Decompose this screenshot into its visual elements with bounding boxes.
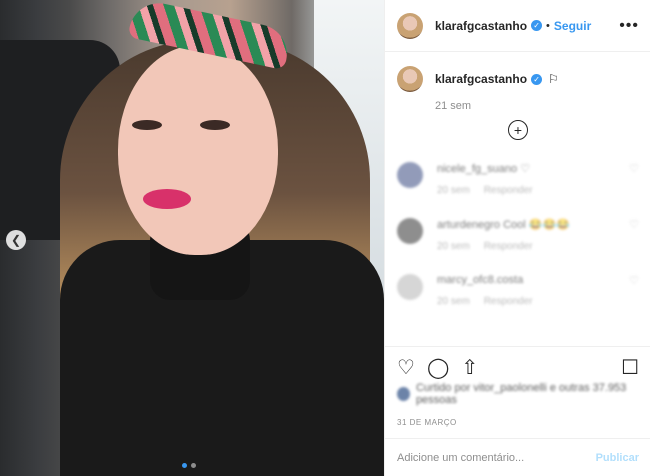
load-more-comments-icon[interactable]: + xyxy=(508,120,528,140)
avatar[interactable] xyxy=(397,66,423,92)
comment-list: nicele_fg_suano ♡ 20 sem Responder ♡ art… xyxy=(385,162,650,307)
comment-text: Cool 😂😂😂 xyxy=(503,219,570,231)
more-horizontal-icon[interactable]: ••• xyxy=(619,17,639,35)
comment-item: nicele_fg_suano ♡ 20 sem Responder ♡ xyxy=(385,162,650,196)
avatar[interactable] xyxy=(397,12,423,39)
liker-avatar xyxy=(397,387,410,401)
comment-text: ♡ xyxy=(520,163,531,175)
comment-icon[interactable]: ◯ xyxy=(427,355,449,380)
post-panel: klarafgcastanho ✓ • Seguir ••• klarafgca… xyxy=(384,0,650,476)
verified-badge-icon: ✓ xyxy=(531,20,543,31)
carousel-dot xyxy=(182,463,187,468)
caption: klarafgcastanho ✓ ⚐ 21 sem + xyxy=(385,52,650,140)
verified-badge-icon: ✓ xyxy=(531,73,543,85)
reply-button[interactable]: Responder xyxy=(484,185,533,196)
comment-username[interactable]: arturdenegro xyxy=(437,219,500,231)
comment-item: arturdenegro Cool 😂😂😂 20 sem Responder ♡ xyxy=(385,218,650,252)
comment-avatar[interactable] xyxy=(397,162,423,188)
comment-username[interactable]: nicele_fg_suano xyxy=(437,163,517,175)
flag-icon[interactable]: ⚐ xyxy=(548,72,559,86)
heart-icon[interactable]: ♡ xyxy=(629,218,639,231)
comment-time: 20 sem xyxy=(437,241,470,252)
follow-button[interactable]: Seguir xyxy=(554,19,591,33)
heart-icon[interactable]: ♡ xyxy=(397,355,415,380)
publish-button[interactable]: Publicar xyxy=(596,452,639,464)
comment-input[interactable]: Adicione um comentário... xyxy=(397,452,524,464)
caption-time: 21 sem xyxy=(435,100,472,112)
comment-time: 20 sem xyxy=(437,296,470,307)
comment-avatar[interactable] xyxy=(397,218,423,244)
action-bar: ♡ ◯ ⇧ ☐ xyxy=(385,346,650,380)
bookmark-icon[interactable]: ☐ xyxy=(621,355,639,380)
carousel-dots xyxy=(182,463,196,468)
carousel-dot xyxy=(191,463,196,468)
prev-arrow-icon[interactable]: ❮ xyxy=(6,230,26,250)
comment-avatar[interactable] xyxy=(397,274,423,300)
reply-button[interactable]: Responder xyxy=(484,296,533,307)
right-eye xyxy=(200,120,230,130)
caption-username[interactable]: klarafgcastanho xyxy=(435,72,527,86)
likes-summary[interactable]: Curtido por vitor_paolonelli e outras 37… xyxy=(397,382,650,406)
heart-icon[interactable]: ♡ xyxy=(629,274,639,287)
post-photo[interactable]: ❮ xyxy=(0,0,384,476)
post-header: klarafgcastanho ✓ • Seguir ••• xyxy=(385,0,650,52)
face xyxy=(118,45,278,255)
share-icon[interactable]: ⇧ xyxy=(461,355,478,380)
post-date: 31 DE MARÇO xyxy=(397,418,457,427)
likes-text[interactable]: Curtido por vitor_paolonelli e outras 37… xyxy=(416,382,650,406)
username[interactable]: klarafgcastanho xyxy=(435,19,527,33)
reply-button[interactable]: Responder xyxy=(484,241,533,252)
lips xyxy=(143,189,191,209)
left-eye xyxy=(132,120,162,130)
comment-username[interactable]: marcy_ofc8.costa xyxy=(437,274,523,286)
heart-icon[interactable]: ♡ xyxy=(629,162,639,175)
add-comment-bar: Adicione um comentário... Publicar xyxy=(385,438,650,476)
comment-time: 20 sem xyxy=(437,185,470,196)
separator-dot: • xyxy=(546,19,550,32)
comment-item: marcy_ofc8.costa 20 sem Responder ♡ xyxy=(385,274,650,307)
